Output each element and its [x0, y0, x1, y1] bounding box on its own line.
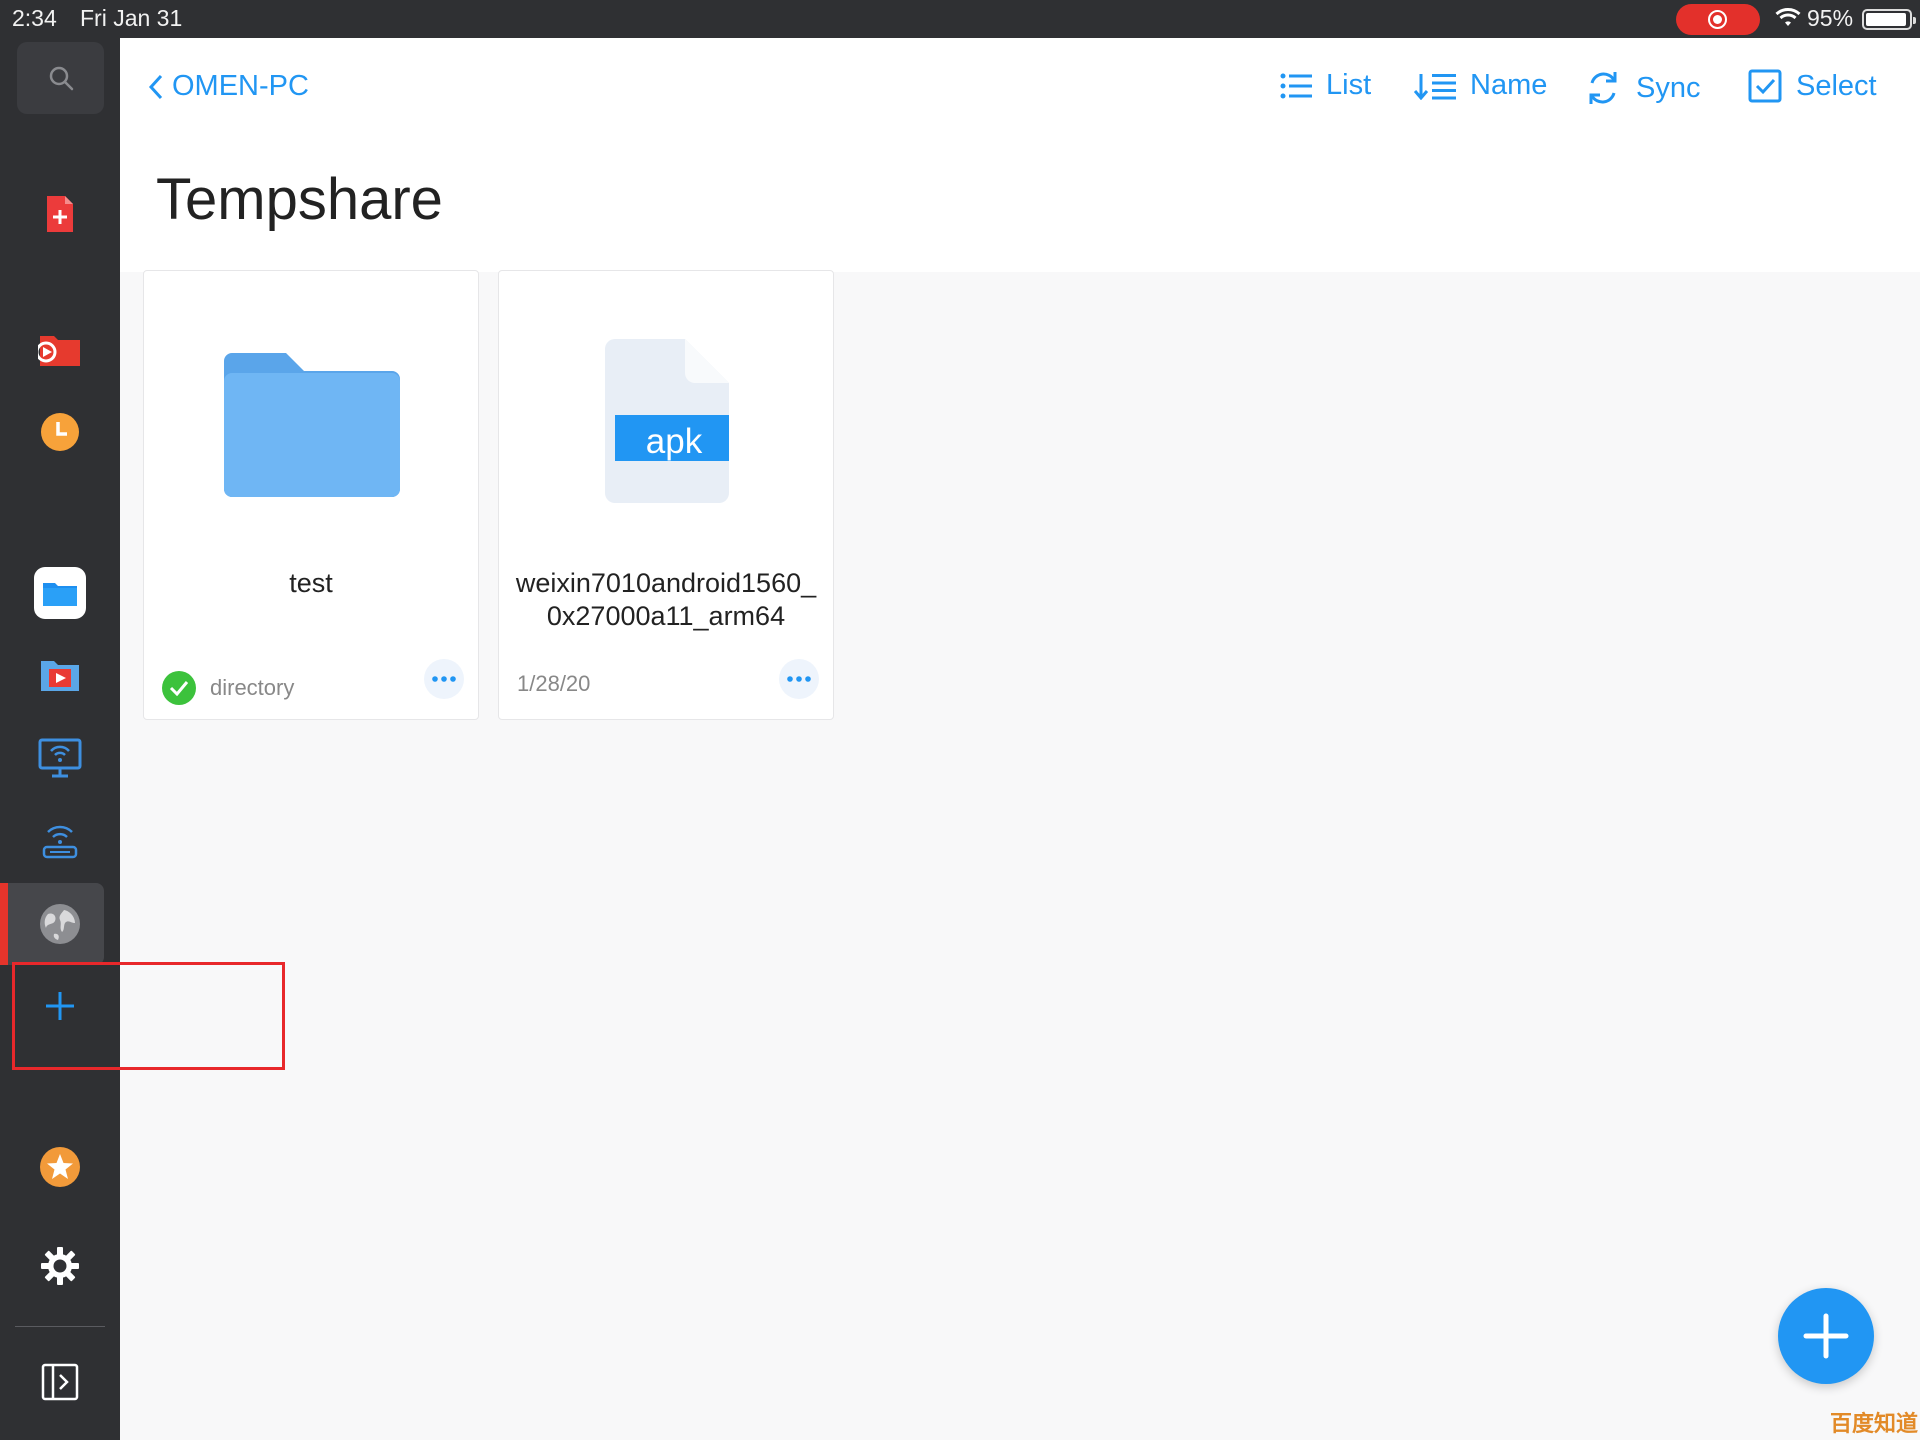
main-panel: OMEN-PC List Name Sync Select Tempshare … — [120, 38, 1920, 1440]
more-dots-icon — [787, 676, 811, 682]
checkbox-icon — [1748, 69, 1782, 103]
file-card-meta: directory — [162, 671, 294, 705]
sidebar-item-recent[interactable] — [30, 402, 90, 462]
select-button[interactable]: Select — [1748, 69, 1877, 103]
sort-icon — [1414, 73, 1456, 100]
more-dots-icon — [432, 676, 456, 682]
media-folder-icon — [41, 661, 79, 691]
sync-label: Sync — [1636, 71, 1701, 104]
collapse-sidebar-icon — [41, 1363, 79, 1401]
list-icon — [1280, 73, 1312, 98]
sync-button[interactable]: Sync — [1584, 69, 1700, 107]
computer-wifi-icon — [38, 738, 82, 778]
chevron-left-icon — [148, 74, 163, 99]
sort-button[interactable]: Name — [1414, 69, 1547, 102]
file-card-folder[interactable]: test directory — [143, 270, 479, 720]
synced-check-icon — [162, 671, 196, 705]
plus-icon — [1803, 1313, 1849, 1359]
add-fab-button[interactable] — [1778, 1288, 1874, 1384]
sidebar — [0, 38, 120, 1440]
sidebar-item-pdf[interactable] — [30, 184, 90, 244]
globe-icon — [40, 904, 80, 944]
video-icon — [38, 336, 80, 366]
battery-icon — [1862, 9, 1916, 30]
status-bar: 2:34 Fri Jan 31 95% — [0, 0, 1920, 38]
list-view-label: List — [1326, 69, 1372, 101]
status-date: Fri Jan 31 — [80, 5, 183, 31]
sidebar-item-favorites[interactable] — [30, 1137, 90, 1197]
sidebar-search-button[interactable] — [17, 42, 104, 114]
screen-recording-indicator[interactable] — [1676, 4, 1760, 35]
favorites-star-icon — [40, 1147, 80, 1187]
sync-icon — [1589, 72, 1617, 104]
files-icon — [34, 567, 86, 619]
file-card-apk[interactable]: apk weixin7010android1560_0x27000a11_arm… — [498, 270, 834, 720]
sort-label: Name — [1470, 69, 1548, 101]
file-card-name: test — [289, 568, 333, 598]
sidebar-item-files[interactable] — [30, 563, 90, 623]
more-options-button[interactable] — [424, 659, 464, 699]
active-indicator — [0, 883, 8, 965]
back-button-label: OMEN-PC — [172, 70, 309, 102]
page-title: Tempshare — [156, 167, 443, 232]
sidebar-item-media[interactable] — [30, 645, 90, 705]
list-view-button[interactable]: List — [1280, 69, 1371, 102]
back-button[interactable]: OMEN-PC — [148, 70, 309, 103]
file-card-type: directory — [210, 675, 295, 700]
router-icon — [42, 825, 78, 859]
search-icon — [49, 66, 73, 91]
battery-percent: 95% — [1807, 5, 1854, 31]
settings-gear-icon — [41, 1247, 79, 1285]
wifi-icon — [1775, 8, 1801, 26]
folder-icon — [224, 353, 400, 497]
pdf-add-icon — [47, 196, 73, 232]
sidebar-item-network[interactable] — [30, 894, 90, 954]
sidebar-collapse-button[interactable] — [30, 1352, 90, 1412]
sidebar-item-computer[interactable] — [30, 728, 90, 788]
watermark: 百度知道 — [1830, 1411, 1919, 1436]
more-options-button[interactable] — [779, 659, 819, 699]
top-toolbar: OMEN-PC List Name Sync Select — [120, 38, 1920, 158]
file-extension-label: apk — [645, 422, 703, 461]
status-time: 2:34 — [12, 5, 57, 31]
sidebar-item-video[interactable] — [30, 320, 90, 380]
select-label: Select — [1796, 69, 1877, 102]
sidebar-divider — [15, 1326, 105, 1327]
file-card-name: weixin7010android1560_0x27000a11_arm64 — [515, 568, 817, 631]
annotation-highlight-box — [12, 962, 285, 1070]
recent-clock-icon — [41, 413, 79, 451]
sidebar-item-settings[interactable] — [30, 1236, 90, 1296]
file-card-date: 1/28/20 — [517, 671, 591, 696]
sidebar-item-router[interactable] — [30, 810, 90, 870]
battery-level-fill — [1866, 13, 1906, 26]
